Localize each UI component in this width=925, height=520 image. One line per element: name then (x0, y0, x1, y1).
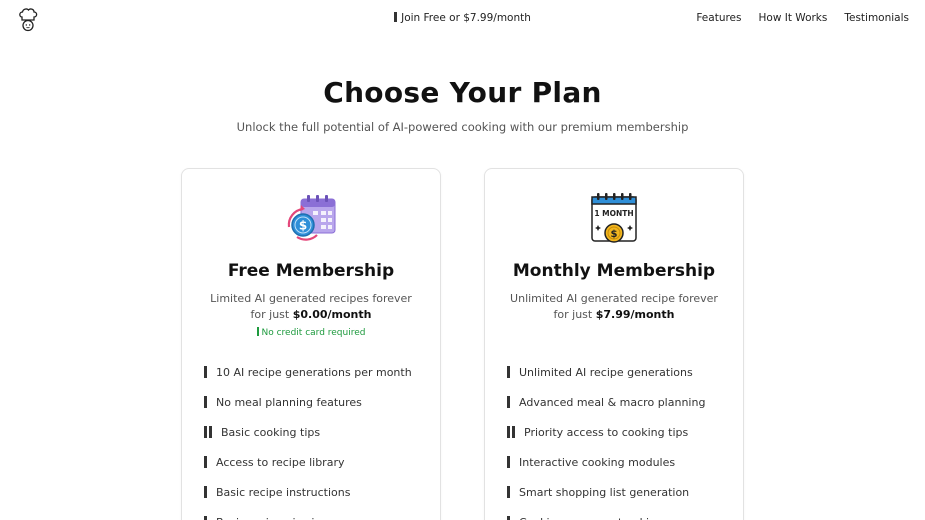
feature-item: Basic recipe instructions (204, 477, 430, 507)
feature-list: Unlimited AI recipe generations Advanced … (507, 357, 733, 520)
check-icon (204, 456, 207, 468)
nav-link-testimonials[interactable]: Testimonials (844, 12, 909, 24)
promo-text: Join Free or $7.99/month (401, 12, 531, 24)
feature-text: No meal planning features (216, 395, 362, 409)
no-card-note: No credit card required (182, 327, 440, 338)
note-glyph (256, 327, 259, 336)
check-icon (204, 516, 207, 520)
feature-text: 10 AI recipe generations per month (216, 365, 412, 379)
plan-card-free[interactable]: $ Free Membership Limited AI generated r… (181, 168, 441, 520)
page-title: Choose Your Plan (323, 76, 602, 109)
feature-item: No meal planning features (204, 387, 430, 417)
plan-description: Limited AI generated recipes forever for… (204, 291, 418, 323)
svg-text:$: $ (299, 219, 307, 233)
note-text: No credit card required (261, 328, 366, 338)
feature-item: Advanced meal & macro planning (507, 387, 733, 417)
feature-text: Access to recipe library (216, 455, 345, 469)
feature-text: Interactive cooking modules (519, 455, 676, 469)
check-icon (507, 516, 510, 520)
feature-item: Unlimited AI recipe generations (507, 357, 733, 387)
feature-item: Priority access to cooking tips (507, 417, 733, 447)
feature-text: Priority access to cooking tips (524, 425, 689, 439)
check-icon (204, 366, 207, 378)
feature-item: Interactive cooking modules (507, 447, 733, 477)
check-icon (507, 486, 510, 498)
svg-text:$: $ (611, 229, 618, 240)
check-icon (204, 486, 207, 498)
check-icon (507, 366, 510, 378)
feature-item: Basic cooking tips (204, 417, 430, 447)
feature-item: Smart shopping list generation (507, 477, 733, 507)
top-nav: Features How It Works Testimonials (696, 12, 909, 24)
check-icon (507, 456, 510, 468)
feature-item: Access to recipe library (204, 447, 430, 477)
calendar-dollar-icon: $ (287, 195, 336, 241)
feature-item: Basic recipe viewing (204, 507, 430, 520)
plan-price: $7.99/month (595, 308, 675, 321)
check-icon (507, 426, 515, 438)
check-icon (204, 396, 207, 408)
plan-price: $0.00/month (292, 308, 372, 321)
one-month-calendar-icon: 1 MONTH $ (591, 193, 637, 243)
feature-text: Basic cooking tips (221, 425, 321, 439)
feature-text: Cooking progress tracking (519, 516, 663, 520)
feature-list: 10 AI recipe generations per month No mea… (204, 357, 430, 520)
nav-link-how-it-works[interactable]: How It Works (759, 12, 828, 24)
calendar-label: 1 MONTH (594, 209, 633, 218)
feature-item: Cooking progress tracking (507, 507, 733, 520)
plan-title: Monthly Membership (512, 261, 716, 281)
plan-card-monthly[interactable]: 1 MONTH $ Monthly Membership Unlimited A… (484, 168, 744, 520)
feature-text: Basic recipe instructions (216, 485, 351, 499)
page-subtitle: Unlock the full potential of AI-powered … (236, 120, 689, 134)
nav-link-features[interactable]: Features (696, 12, 741, 24)
check-icon (507, 396, 510, 408)
check-icon (204, 426, 212, 438)
plan-description: Unlimited AI generated recipe forever fo… (507, 291, 721, 323)
feature-text: Unlimited AI recipe generations (519, 365, 693, 379)
feature-item: 10 AI recipe generations per month (204, 357, 430, 387)
feature-text: Smart shopping list generation (519, 485, 690, 499)
plan-title: Free Membership (227, 261, 395, 281)
feature-text: Basic recipe viewing (216, 516, 328, 520)
feature-text: Advanced meal & macro planning (519, 395, 706, 409)
promo-glyph (394, 12, 398, 22)
